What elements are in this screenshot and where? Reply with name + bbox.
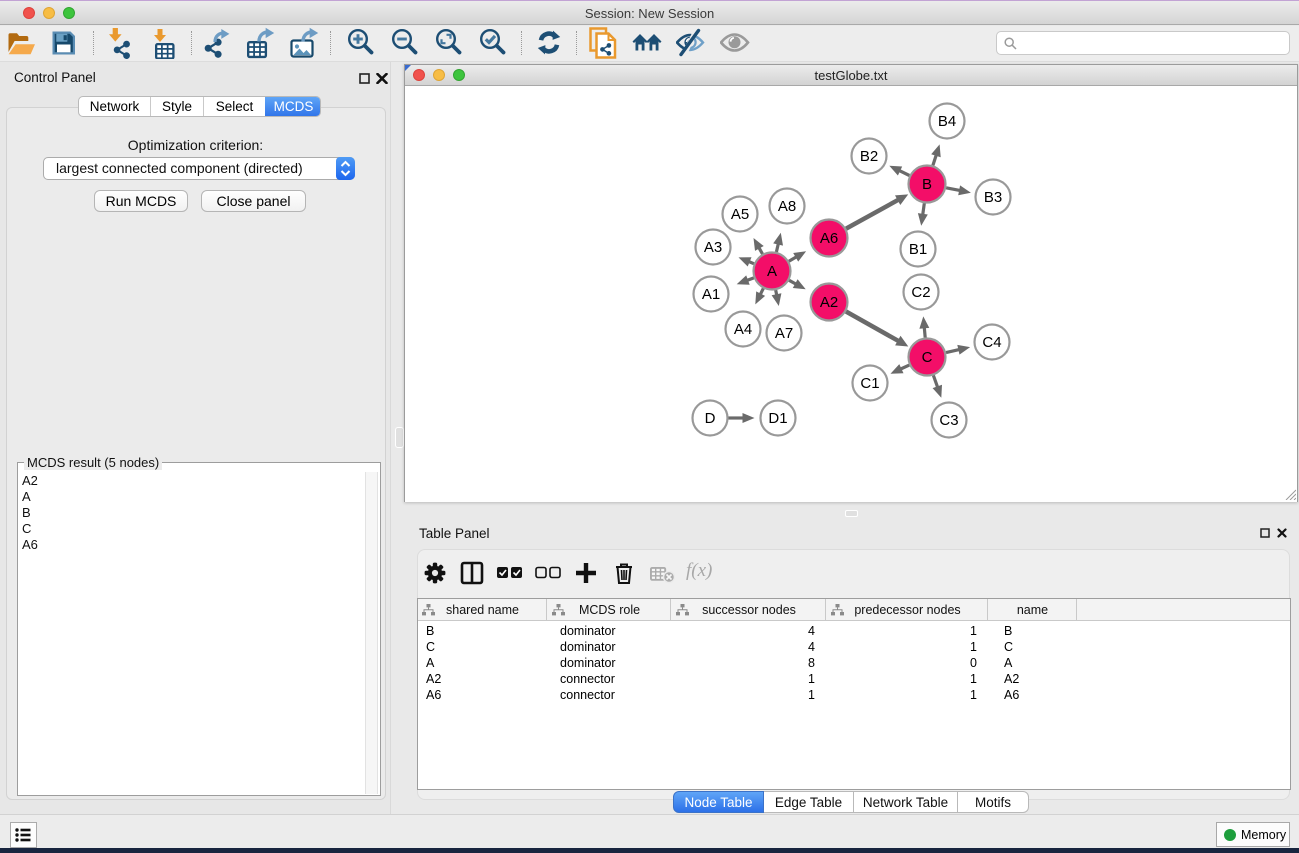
svg-text:A6: A6	[820, 230, 838, 247]
svg-text:C4: C4	[982, 334, 1001, 351]
svg-text:A7: A7	[775, 325, 793, 342]
svg-text:C: C	[922, 349, 933, 366]
svg-text:A3: A3	[704, 239, 722, 256]
svg-text:C1: C1	[860, 375, 879, 392]
svg-text:A2: A2	[820, 294, 838, 311]
svg-text:B: B	[922, 176, 932, 193]
svg-text:D: D	[705, 410, 716, 427]
svg-text:C2: C2	[911, 284, 930, 301]
svg-text:A: A	[767, 263, 777, 280]
svg-text:B1: B1	[909, 241, 927, 258]
svg-text:B3: B3	[984, 189, 1002, 206]
svg-text:B4: B4	[938, 113, 956, 130]
svg-text:A4: A4	[734, 321, 752, 338]
svg-text:B2: B2	[860, 148, 878, 165]
svg-text:A8: A8	[778, 198, 796, 215]
svg-text:D1: D1	[768, 410, 787, 427]
svg-text:C3: C3	[939, 412, 958, 429]
svg-text:A5: A5	[731, 206, 749, 223]
svg-text:A1: A1	[702, 286, 720, 303]
